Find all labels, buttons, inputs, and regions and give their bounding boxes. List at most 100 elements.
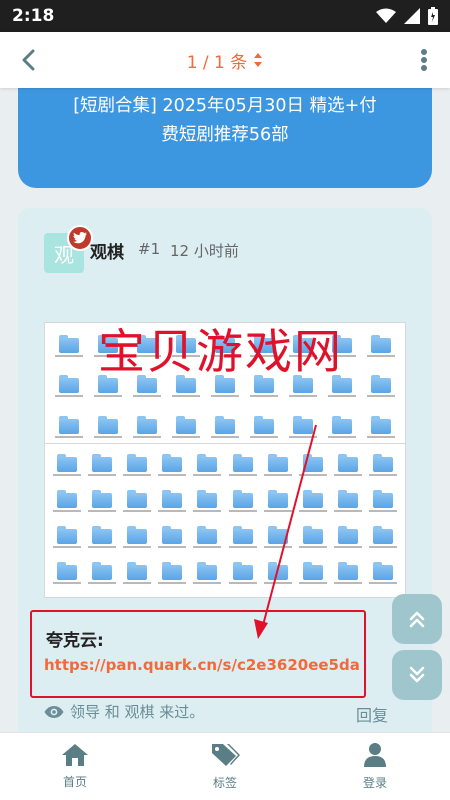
user-icon	[364, 743, 386, 767]
nav-item-login[interactable]: 登录	[300, 733, 450, 800]
folder-icon	[91, 526, 112, 545]
folder-thumbnail	[119, 484, 154, 520]
post-card: 观 观棋 #1 12 小时前 宝贝游戏网 夸克云: https://pan.qu…	[18, 208, 432, 748]
folder-icon	[197, 526, 218, 545]
folder-caption-line	[193, 473, 222, 476]
folder-thumbnail	[49, 368, 88, 409]
scroll-to-bottom-button[interactable]	[392, 650, 442, 700]
folder-icon	[56, 526, 77, 545]
bottom-nav: 首页 标签 登录	[0, 732, 450, 800]
folder-thumbnail	[190, 484, 225, 520]
folder-thumbnail	[190, 557, 225, 593]
folder-icon	[373, 562, 394, 581]
folder-caption-line	[87, 509, 116, 512]
folder-caption-line	[87, 473, 116, 476]
folder-icon	[58, 334, 79, 353]
folder-thumbnail	[119, 448, 154, 484]
folder-caption-line	[122, 546, 151, 549]
folder-caption-line	[334, 546, 363, 549]
folder-icon	[56, 562, 77, 581]
folder-caption-line	[210, 436, 239, 439]
folder-icon	[58, 375, 79, 394]
double-chevron-up-icon	[409, 611, 425, 628]
eye-icon	[44, 705, 64, 718]
wifi-icon	[376, 8, 396, 23]
folder-icon	[371, 416, 392, 435]
scroll-to-top-button[interactable]	[392, 594, 442, 644]
battery-icon	[428, 7, 438, 25]
folder-thumbnail	[331, 448, 366, 484]
folder-caption-line	[52, 546, 81, 549]
chevron-left-icon	[22, 49, 35, 71]
folder-thumbnail	[190, 521, 225, 557]
nav-item-tags-label: 标签	[212, 776, 237, 790]
folder-thumbnail	[331, 484, 366, 520]
folder-caption-line	[334, 473, 363, 476]
folder-icon	[214, 416, 235, 435]
double-chevron-down-icon	[409, 666, 425, 683]
folder-icon	[371, 334, 392, 353]
folder-icon	[97, 416, 118, 435]
folder-caption-line	[369, 582, 398, 585]
folder-caption-line	[193, 582, 222, 585]
folder-thumbnail	[49, 448, 84, 484]
folder-thumbnail	[155, 521, 190, 557]
arrow-annotation-icon	[254, 424, 317, 639]
folder-icon	[197, 453, 218, 472]
signal-icon	[404, 8, 420, 24]
folder-caption-line	[369, 546, 398, 549]
folder-icon	[56, 489, 77, 508]
folder-thumbnail	[362, 327, 401, 368]
folder-thumbnail	[49, 557, 84, 593]
folder-icon	[91, 453, 112, 472]
folder-thumbnail	[366, 484, 401, 520]
folder-icon	[91, 489, 112, 508]
folder-thumbnail	[331, 557, 366, 593]
more-button[interactable]	[408, 44, 440, 76]
folder-caption-line	[158, 509, 187, 512]
folder-thumbnail	[155, 448, 190, 484]
folder-thumbnail	[366, 521, 401, 557]
nav-item-tags[interactable]: 标签	[150, 733, 300, 800]
folder-icon	[338, 453, 359, 472]
page-selector[interactable]: 1 / 1 条	[187, 48, 264, 73]
folder-thumbnail	[119, 557, 154, 593]
reply-button[interactable]: 回复	[356, 702, 388, 726]
back-button[interactable]	[12, 44, 44, 76]
folder-caption-line	[132, 436, 161, 439]
folder-caption-line	[54, 436, 83, 439]
visited-by-row: 领导 和 观棋 来过。	[44, 701, 204, 722]
folder-icon	[126, 453, 147, 472]
topic-title-line1: [短剧合集] 2025年05月30日 精选+付	[73, 96, 377, 116]
folder-icon	[338, 526, 359, 545]
status-time: 2:18	[12, 6, 55, 26]
folder-caption-line	[87, 546, 116, 549]
folder-thumbnail	[362, 368, 401, 409]
nav-item-home[interactable]: 首页	[0, 733, 150, 800]
topic-title: [短剧合集] 2025年05月30日 精选+付 费短剧推荐56部	[18, 88, 432, 188]
folder-caption-line	[122, 473, 151, 476]
folder-caption-line	[334, 582, 363, 585]
post-time: 12 小时前	[170, 242, 239, 260]
folder-icon	[175, 416, 196, 435]
folder-icon	[371, 375, 392, 394]
folder-caption-line	[334, 509, 363, 512]
post-image-2[interactable]	[44, 443, 406, 598]
folder-icon	[136, 416, 157, 435]
folder-caption-line	[93, 436, 122, 439]
download-link[interactable]: https://pan.quark.cn/s/c2e3620ee5da	[44, 656, 360, 674]
folder-caption-line	[54, 395, 83, 398]
author-name[interactable]: 观棋	[90, 238, 124, 263]
status-bar: 2:18	[0, 0, 450, 32]
folder-caption-line	[210, 395, 239, 398]
folder-caption-line	[367, 436, 396, 439]
link-label: 夸克云:	[46, 631, 104, 651]
folder-caption-line	[132, 395, 161, 398]
post-floor-number: #1	[138, 240, 161, 258]
folder-icon	[58, 416, 79, 435]
folder-caption-line	[328, 395, 357, 398]
folder-icon	[373, 489, 394, 508]
folder-thumbnail	[190, 448, 225, 484]
folder-caption-line	[369, 509, 398, 512]
folder-thumbnail	[366, 557, 401, 593]
